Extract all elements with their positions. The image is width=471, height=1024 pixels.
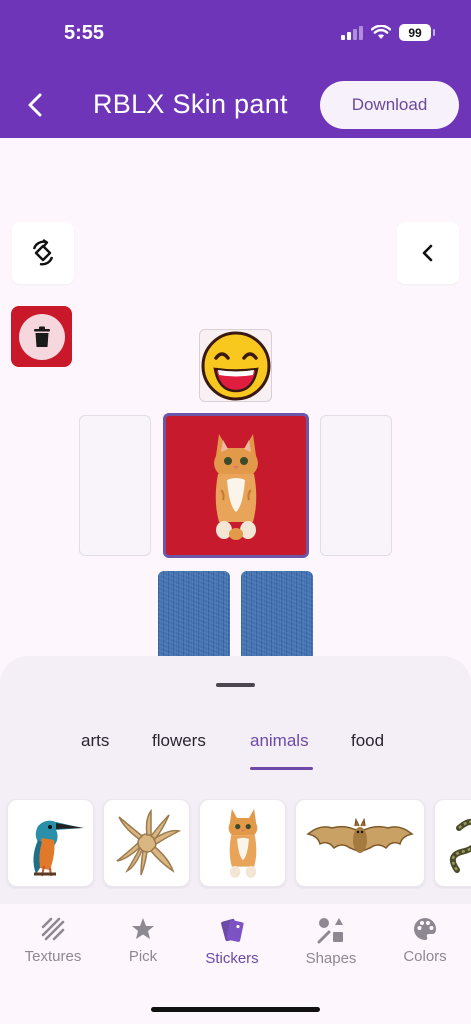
nav-colors[interactable]: Colors <box>380 916 470 965</box>
sticker-sheet: arts flowers animals food <box>0 656 471 906</box>
texture-icon <box>41 917 65 941</box>
left-arm-slot[interactable] <box>79 415 151 556</box>
sticker-item-snake[interactable] <box>434 799 471 887</box>
battery-level: 99 <box>408 25 422 40</box>
nav-stickers-label: Stickers <box>205 950 259 967</box>
page-title: RBLX Skin pant <box>93 89 288 119</box>
wifi-icon <box>371 25 391 39</box>
active-tab-indicator <box>250 767 313 770</box>
status-icons: 99 <box>341 24 435 41</box>
rotate-button[interactable] <box>12 222 74 284</box>
sticker-item-kingfisher[interactable] <box>7 799 94 887</box>
chevron-left-icon <box>422 244 433 262</box>
home-indicator <box>151 1007 320 1012</box>
torso-slot[interactable] <box>163 413 309 558</box>
signal-icon <box>341 25 363 40</box>
app-bar: 5:55 99 RBLX Skin pant Download <box>0 0 471 138</box>
palette-icon <box>414 918 436 940</box>
snake-sticker <box>449 819 471 873</box>
laughing-face-sticker <box>201 331 270 400</box>
sticker-item-bat[interactable] <box>295 799 425 887</box>
nav-pick[interactable]: Pick <box>98 916 188 965</box>
sticker-item-starfish[interactable] <box>103 799 190 887</box>
stickers-icon <box>221 918 244 942</box>
tab-flowers[interactable]: flowers <box>152 731 206 751</box>
category-tabs: arts flowers animals food <box>0 731 471 771</box>
head-slot[interactable] <box>199 329 272 402</box>
starfish-sticker <box>116 808 181 876</box>
download-button[interactable]: Download <box>320 81 459 129</box>
rotate-icon <box>32 238 54 266</box>
nav-textures[interactable]: Textures <box>8 916 98 965</box>
right-leg-slot[interactable] <box>241 571 313 659</box>
kingfisher-sticker <box>32 820 84 877</box>
status-time: 5:55 <box>64 22 105 44</box>
trash-icon <box>33 326 50 347</box>
bottom-navigation: Textures Pick Stickers Shapes Colors <box>0 904 471 1024</box>
delete-button[interactable] <box>11 306 72 367</box>
kitten-sticker-thumb <box>228 808 257 878</box>
tab-animals[interactable]: animals <box>250 731 309 751</box>
nav-stickers[interactable]: Stickers <box>187 916 277 967</box>
sticker-list <box>0 799 471 889</box>
back-button[interactable] <box>20 88 50 122</box>
collapse-panel-button[interactable] <box>397 222 459 284</box>
star-icon <box>132 918 154 939</box>
sticker-item-kitten[interactable] <box>199 799 286 887</box>
nav-shapes[interactable]: Shapes <box>286 916 376 967</box>
tab-arts[interactable]: arts <box>81 731 109 751</box>
back-arrow-icon <box>28 93 42 117</box>
sheet-drag-handle[interactable] <box>216 683 255 687</box>
left-leg-slot[interactable] <box>158 571 230 659</box>
nav-textures-label: Textures <box>24 948 82 965</box>
kitten-sticker <box>214 433 258 540</box>
right-arm-slot[interactable] <box>320 415 392 556</box>
nav-colors-label: Colors <box>403 948 447 965</box>
shapes-icon <box>317 918 343 944</box>
battery-indicator: 99 <box>399 24 435 41</box>
tab-food[interactable]: food <box>351 731 384 751</box>
bat-sticker <box>306 818 414 853</box>
nav-shapes-label: Shapes <box>305 950 357 967</box>
nav-pick-label: Pick <box>128 948 158 965</box>
